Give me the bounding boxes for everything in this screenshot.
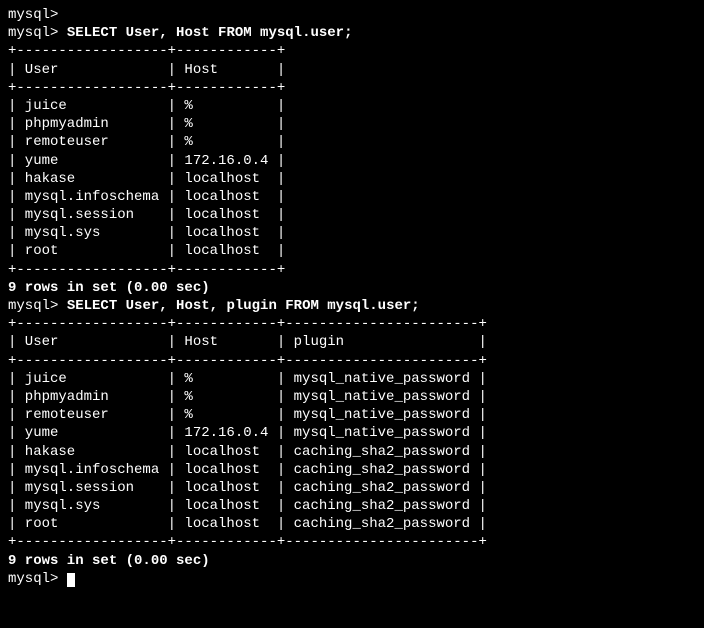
table2-row: | mysql.infoschema | localhost | caching… bbox=[8, 461, 696, 479]
table1-border-mid: +------------------+------------+ bbox=[8, 79, 696, 97]
table1-row: | juice | % | bbox=[8, 97, 696, 115]
table2-border-mid: +------------------+------------+-------… bbox=[8, 352, 696, 370]
table2-border-bot: +------------------+------------+-------… bbox=[8, 533, 696, 551]
table1-row: | root | localhost | bbox=[8, 242, 696, 260]
table2-row: | root | localhost | caching_sha2_passwo… bbox=[8, 515, 696, 533]
table2-row: | hakase | localhost | caching_sha2_pass… bbox=[8, 443, 696, 461]
cursor-icon bbox=[67, 573, 75, 587]
table1-row: | remoteuser | % | bbox=[8, 133, 696, 151]
table1-border-bot: +------------------+------------+ bbox=[8, 261, 696, 279]
table2-row: | remoteuser | % | mysql_native_password… bbox=[8, 406, 696, 424]
table2-row: | juice | % | mysql_native_password | bbox=[8, 370, 696, 388]
table1-row: | hakase | localhost | bbox=[8, 170, 696, 188]
mysql-prompt-empty: mysql> bbox=[8, 6, 696, 24]
table1-row: | mysql.infoschema | localhost | bbox=[8, 188, 696, 206]
table1-footer: 9 rows in set (0.00 sec) bbox=[8, 279, 696, 297]
table1-header: | User | Host | bbox=[8, 61, 696, 79]
table2-row: | mysql.sys | localhost | caching_sha2_p… bbox=[8, 497, 696, 515]
table1-row: | mysql.session | localhost | bbox=[8, 206, 696, 224]
mysql-prompt-query1: mysql> SELECT User, Host FROM mysql.user… bbox=[8, 24, 696, 42]
table1-row: | mysql.sys | localhost | bbox=[8, 224, 696, 242]
table2-footer: 9 rows in set (0.00 sec) bbox=[8, 552, 696, 570]
table2-row: | phpmyadmin | % | mysql_native_password… bbox=[8, 388, 696, 406]
mysql-prompt-query2: mysql> SELECT User, Host, plugin FROM my… bbox=[8, 297, 696, 315]
sql-query-2: SELECT User, Host, plugin FROM mysql.use… bbox=[67, 298, 420, 314]
table1-row: | phpmyadmin | % | bbox=[8, 115, 696, 133]
table1-border-top: +------------------+------------+ bbox=[8, 42, 696, 60]
mysql-prompt-active[interactable]: mysql> bbox=[8, 570, 696, 588]
table2-border-top: +------------------+------------+-------… bbox=[8, 315, 696, 333]
table2-header: | User | Host | plugin | bbox=[8, 333, 696, 351]
table2-row: | mysql.session | localhost | caching_sh… bbox=[8, 479, 696, 497]
table2-row: | yume | 172.16.0.4 | mysql_native_passw… bbox=[8, 424, 696, 442]
table1-row: | yume | 172.16.0.4 | bbox=[8, 152, 696, 170]
sql-query-1: SELECT User, Host FROM mysql.user; bbox=[67, 25, 353, 41]
